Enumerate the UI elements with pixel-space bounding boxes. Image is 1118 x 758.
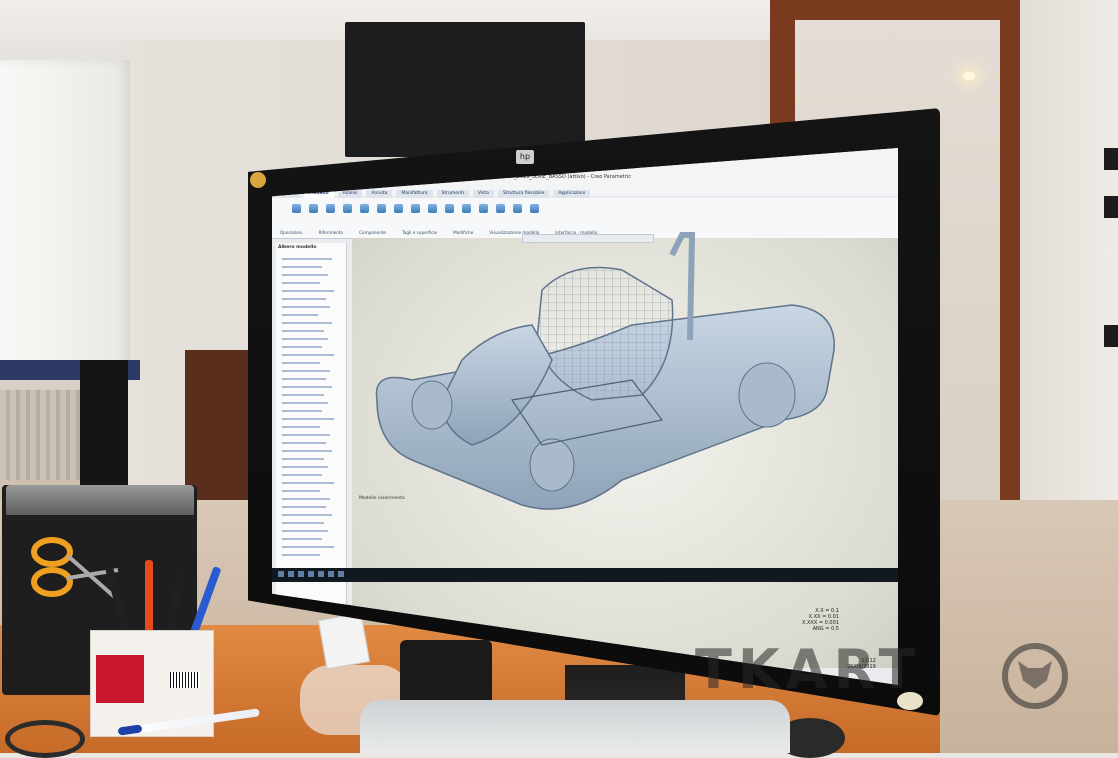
tree-item[interactable]	[282, 362, 320, 364]
extrude-icon[interactable]	[394, 204, 403, 213]
tree-item[interactable]	[282, 266, 322, 268]
tree-item[interactable]	[282, 322, 332, 324]
tree-item[interactable]	[282, 290, 334, 292]
tolerance-line: ANG = 0.5	[812, 626, 839, 632]
tab-vista[interactable]: Vista	[472, 190, 494, 198]
speaker-top	[6, 485, 194, 515]
tree-item[interactable]	[282, 434, 330, 436]
creo-icon[interactable]	[338, 571, 344, 577]
watermark-text: TKART	[695, 638, 922, 701]
barcode	[170, 672, 200, 688]
group-riferimento: Riferimento	[318, 230, 344, 235]
assemble-icon[interactable]	[360, 204, 369, 213]
tree-item[interactable]	[282, 410, 322, 412]
tree-item[interactable]	[282, 538, 322, 540]
sticky-note	[317, 612, 371, 670]
tree-item[interactable]	[282, 258, 332, 260]
hole-icon[interactable]	[411, 204, 420, 213]
hp-logo: hp	[516, 150, 534, 164]
tree-item[interactable]	[282, 474, 322, 476]
tree-item[interactable]	[282, 418, 334, 420]
select-icon[interactable]	[309, 204, 318, 213]
start-icon[interactable]	[278, 571, 284, 577]
tree-item[interactable]	[282, 346, 322, 348]
tree-item[interactable]	[282, 386, 332, 388]
tree-item[interactable]	[282, 466, 328, 468]
parameters-icon[interactable]	[496, 204, 505, 213]
tree-item[interactable]	[282, 354, 334, 356]
kart-3d-model	[375, 232, 835, 510]
tree-item[interactable]	[282, 442, 326, 444]
search-icon[interactable]	[288, 571, 294, 577]
ribbon-tabs: File Modello Analisi Annota Manifattura …	[272, 190, 898, 198]
model-tree-header: Albero modello	[278, 245, 317, 250]
wall-tv	[345, 22, 585, 157]
tree-item[interactable]	[282, 338, 328, 340]
windows-taskbar	[272, 568, 898, 582]
bezel-sticker	[250, 172, 266, 188]
explorer-icon[interactable]	[308, 571, 314, 577]
monitor-base	[360, 700, 790, 753]
tab-applicazioni[interactable]: Applicazioni	[553, 190, 591, 198]
tree-item[interactable]	[282, 498, 330, 500]
tree-item[interactable]	[282, 298, 326, 300]
wall-switch	[1104, 196, 1118, 218]
tab-manifattura[interactable]: Manifattura	[396, 190, 433, 198]
tab-strumenti[interactable]: Strumenti	[436, 190, 469, 198]
ceiling-light	[963, 72, 975, 80]
tolerance-readout: X.X = 0.1 X.XX = 0.01 X.XXX = 0.001 ANG …	[802, 608, 839, 632]
browser-icon[interactable]	[318, 571, 324, 577]
tree-item[interactable]	[282, 330, 324, 332]
tree-item[interactable]	[282, 514, 332, 516]
tree-item[interactable]	[282, 370, 330, 372]
kart-wheel	[529, 438, 575, 492]
mail-icon[interactable]	[328, 571, 334, 577]
tree-item[interactable]	[282, 506, 326, 508]
tree-item[interactable]	[282, 482, 334, 484]
tree-item[interactable]	[282, 522, 324, 524]
appearance-icon[interactable]	[445, 204, 454, 213]
tree-item[interactable]	[282, 378, 326, 380]
taskbar-icons	[278, 571, 344, 577]
tree-item[interactable]	[282, 306, 330, 308]
wall-switch	[1104, 325, 1118, 347]
tree-item[interactable]	[282, 274, 328, 276]
regenerate-icon[interactable]	[292, 204, 301, 213]
task-view-icon[interactable]	[298, 571, 304, 577]
tab-annota[interactable]: Annota	[366, 190, 393, 198]
wall-switch	[1104, 148, 1118, 170]
tree-item[interactable]	[282, 282, 320, 284]
ribbon-icons	[292, 204, 539, 213]
section-icon[interactable]	[462, 204, 471, 213]
tree-item[interactable]	[282, 546, 334, 548]
family-table-icon[interactable]	[530, 204, 539, 213]
display-icon[interactable]	[479, 204, 488, 213]
tree-item[interactable]	[282, 314, 318, 316]
axis-icon[interactable]	[343, 204, 352, 213]
kart-wheel	[738, 362, 796, 428]
tree-item[interactable]	[282, 394, 324, 396]
tab-struttura[interactable]: Struttura flessibile	[497, 190, 550, 198]
window-blind	[0, 60, 130, 380]
create-icon[interactable]	[377, 204, 386, 213]
tree-item[interactable]	[282, 490, 320, 492]
floor-speaker	[80, 360, 128, 490]
kart-wheel	[411, 380, 453, 430]
tree-item[interactable]	[282, 458, 324, 460]
pattern-icon[interactable]	[428, 204, 437, 213]
tree-item[interactable]	[282, 450, 332, 452]
group-operazioni: Operazioni	[280, 230, 303, 235]
tree-item[interactable]	[282, 426, 320, 428]
tree-item[interactable]	[282, 402, 328, 404]
tree-item[interactable]	[282, 554, 320, 556]
relations-icon[interactable]	[513, 204, 522, 213]
tree-item[interactable]	[282, 530, 328, 532]
holder-label	[96, 655, 144, 703]
plane-icon[interactable]	[326, 204, 335, 213]
tab-analisi[interactable]: Analisi	[337, 190, 363, 198]
tape-roll	[5, 720, 85, 758]
